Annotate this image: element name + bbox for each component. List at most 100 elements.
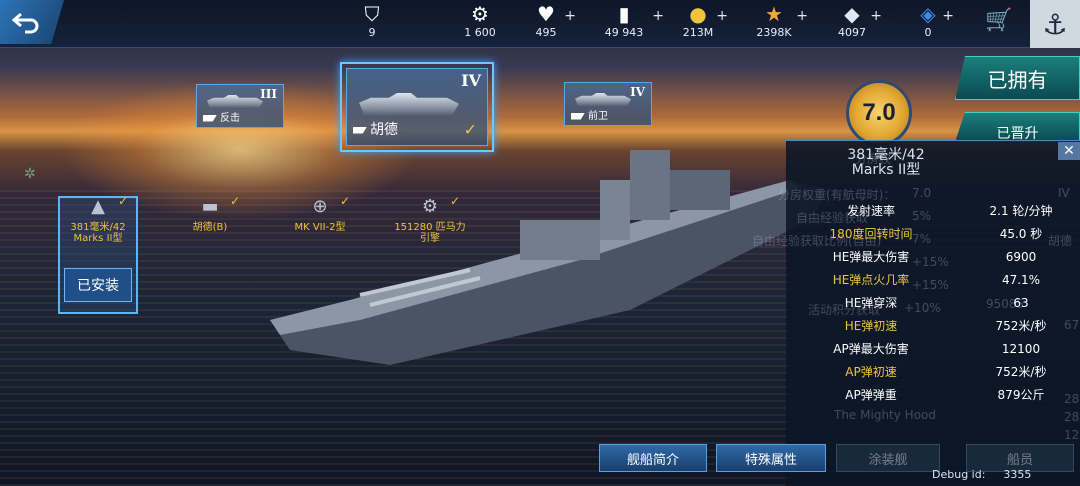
panel-title-line: 381毫米/42: [847, 147, 925, 163]
slot-label: 胡德(B): [192, 222, 228, 233]
ensign-flag-icon: [203, 114, 217, 122]
ship-card-hood[interactable]: IV 胡德 ✓: [346, 68, 488, 146]
resource-value: 4097: [838, 26, 866, 39]
stat-row: AP弹弹重 879公斤: [786, 384, 1080, 406]
anchor-icon[interactable]: ⚓: [1030, 0, 1080, 48]
owned-button[interactable]: 已拥有: [955, 56, 1080, 100]
close-icon[interactable]: ✕: [1058, 142, 1080, 160]
resource-value: 2398K: [756, 26, 792, 39]
slot-label: 381毫米/42 Marks II型: [70, 222, 126, 244]
resource-gem[interactable]: ◈ 0 +: [914, 2, 954, 46]
stat-value: 12100: [1001, 342, 1041, 356]
ghost-text: 12: [1064, 428, 1080, 442]
resource-rank[interactable]: ⛉ 9: [352, 2, 392, 46]
check-icon: ✓: [463, 120, 477, 139]
ship-thumbnail: [359, 93, 459, 117]
ship-name-row: 胡德: [353, 119, 398, 139]
stat-value: 63: [1013, 296, 1029, 310]
check-icon: ✓: [339, 194, 350, 208]
module-slot-hull[interactable]: ▬ ✓ 胡德(B): [170, 194, 250, 233]
fire-control-icon: ⊕: [312, 196, 328, 217]
stat-row: AP弹最大伤害 12100: [786, 338, 1080, 360]
add-icon[interactable]: +: [942, 8, 954, 24]
stat-row: HE弹最大伤害 6900: [786, 246, 1080, 268]
ship-coin-icon: ⚙: [471, 2, 489, 26]
ghost-text: 7.0: [912, 186, 932, 200]
debug-label: Debug id:: [932, 468, 986, 481]
add-icon[interactable]: +: [652, 8, 664, 24]
special-attributes-button[interactable]: 特殊属性: [716, 444, 826, 472]
stat-value: 6900: [1005, 250, 1037, 264]
ship-intro-button[interactable]: 舰船简介: [599, 444, 707, 472]
module-slot-main-gun[interactable]: ▲ ✓ 381毫米/42 Marks II型: [58, 194, 138, 244]
stat-row: HE弹点火几率 47.1%: [786, 269, 1080, 291]
ghost-text: The Mighty Hood: [834, 408, 936, 422]
resource-value: 0: [924, 26, 932, 39]
resource-ship-coin[interactable]: ⚙ 1 600: [460, 2, 500, 46]
add-icon[interactable]: +: [716, 8, 728, 24]
stat-row: 发射速率 2.1 轮/分钟: [786, 200, 1080, 222]
resource-diamond[interactable]: ◆ 4097 +: [834, 2, 882, 46]
resource-heart[interactable]: ♥ 495 +: [528, 2, 577, 46]
ensign-flag-icon: [571, 112, 585, 120]
ghost-text: 28: [1064, 410, 1080, 424]
ghost-text: IV: [1058, 186, 1070, 200]
ship-tier: III: [260, 87, 277, 101]
resource-value: 1 600: [464, 26, 496, 39]
check-icon: ✓: [117, 194, 128, 208]
rank-badge-icon: ⛉: [364, 2, 380, 26]
stat-value: 47.1%: [1001, 273, 1041, 287]
stat-label: AP弹弹重: [845, 388, 897, 402]
diamond-icon: ◆: [844, 2, 860, 26]
ship-tier: IV: [461, 71, 481, 90]
add-icon[interactable]: +: [870, 8, 882, 24]
stat-row: AP弹初速 752米/秒: [786, 361, 1080, 383]
resource-card[interactable]: ▮ 49 943 +: [596, 2, 664, 46]
ship-name: 前卫: [588, 111, 608, 122]
resource-value: 9: [368, 26, 376, 39]
resource-value: 49 943: [604, 26, 644, 39]
stat-label: HE弹穿深: [844, 296, 898, 310]
stat-label: 180度回转时间: [829, 227, 913, 241]
check-icon: ✓: [229, 194, 240, 208]
promoted-button[interactable]: 已晋升: [955, 112, 1080, 142]
engine-icon: ⚙: [421, 196, 439, 217]
installed-button[interactable]: 已安装: [64, 268, 132, 302]
panel-title: 381毫米/42 Marks II型: [786, 148, 986, 178]
turret-icon: ▲: [91, 196, 105, 217]
shop-cart-icon[interactable]: 🛒: [985, 8, 1012, 33]
stat-value: 752米/秒: [995, 365, 1047, 379]
ship-name: 胡德: [370, 122, 398, 138]
star-icon: ★: [765, 2, 783, 26]
slot-label: MK VII-2型: [294, 222, 346, 233]
module-slot-engine[interactable]: ⚙ ✓ 151280 匹马力 引擎: [390, 194, 470, 244]
ensign-flag-icon: [353, 126, 367, 134]
sparkle-icon: ✲: [24, 166, 36, 182]
stat-value: 45.0 秒: [999, 227, 1043, 241]
stat-label: HE弹点火几率: [832, 273, 910, 287]
ship-card-vanguard[interactable]: IV 前卫: [564, 82, 652, 126]
debug-value: 3355: [1003, 468, 1032, 481]
module-slot-fire-control[interactable]: ⊕ ✓ MK VII-2型: [280, 194, 360, 233]
slot-label: 151280 匹马力 引擎: [394, 222, 466, 244]
stat-value: 752米/秒: [995, 319, 1047, 333]
hull-icon: ▬: [201, 196, 219, 217]
resource-gold[interactable]: ● 213M +: [680, 2, 728, 46]
add-icon[interactable]: +: [564, 8, 576, 24]
back-button[interactable]: [0, 0, 64, 44]
back-arrow-icon: [11, 12, 39, 34]
ship-thumbnail: [207, 95, 263, 109]
add-icon[interactable]: +: [796, 8, 808, 24]
debug-id: Debug id: 3355: [932, 468, 1031, 481]
stat-label: HE弹初速: [844, 319, 898, 333]
resource-star[interactable]: ★ 2398K +: [752, 2, 808, 46]
resource-value: 495: [535, 26, 557, 39]
stat-label: HE弹最大伤害: [832, 250, 910, 264]
ship-card-repulse[interactable]: III 反击: [196, 84, 284, 128]
camouflage-button[interactable]: 涂装舰: [836, 444, 940, 472]
check-icon: ✓: [449, 194, 460, 208]
top-resource-bar: ⛉ 9 ⚙ 1 600 ♥ 495 + ▮ 49 943 + ● 213M + …: [0, 0, 1080, 48]
ship-thumbnail: [575, 93, 631, 107]
gold-coin-icon: ●: [689, 2, 707, 26]
stat-row: HE弹穿深 63: [786, 292, 1080, 314]
